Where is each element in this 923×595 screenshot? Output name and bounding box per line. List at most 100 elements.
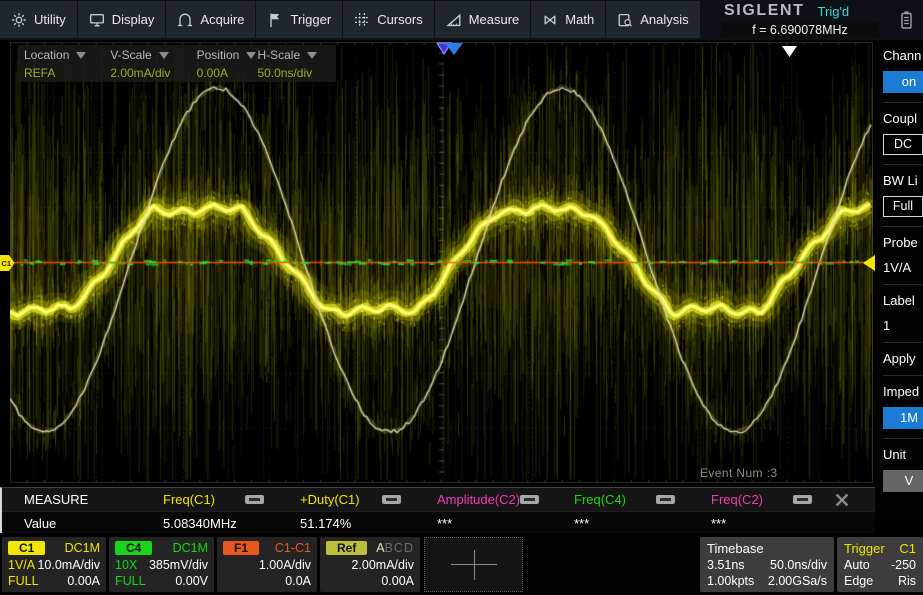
timebase-descriptor[interactable]: Timebase 3.51ns50.0ns/div 1.00kpts2.00GS… xyxy=(700,537,834,592)
svg-text:C1: C1 xyxy=(2,259,12,268)
measure-value: *** xyxy=(711,516,726,531)
timebase-scale: 50.0ns/div xyxy=(770,558,827,572)
top-menu-bar: Utility Display Acquire Trigger Cursors … xyxy=(0,0,923,40)
bandwidth-readout: FULL xyxy=(8,574,39,588)
ref-location-value: REFA xyxy=(24,66,110,80)
dropdown-arrow-icon xyxy=(159,52,169,59)
channel-on-button[interactable]: on xyxy=(883,71,923,93)
channel1-descriptor[interactable]: C1DC1M 1V/A10.0mA/div FULL0.00A xyxy=(2,537,106,592)
channel1-level-marker[interactable]: C1 xyxy=(0,255,15,277)
measure-value: 5.08340MHz xyxy=(163,516,237,531)
trigger-level-marker[interactable] xyxy=(863,255,875,277)
apply-button[interactable]: Apply xyxy=(883,351,923,366)
math-badge: F1 xyxy=(223,541,259,555)
dropdown-arrow-icon xyxy=(246,52,256,59)
trigger-slope: Ris xyxy=(898,574,916,588)
sidebar-section-unit: Unit V xyxy=(883,439,923,501)
trigger-type: Edge xyxy=(844,574,873,588)
measure-label: Freq(C4) xyxy=(574,492,626,507)
ref-vscale-header[interactable]: V-Scale xyxy=(110,48,196,62)
coupling-readout: DC1M xyxy=(173,541,208,555)
menu-display[interactable]: Display xyxy=(78,1,166,38)
close-icon[interactable] xyxy=(827,492,857,508)
measure-label: +Duty(C1) xyxy=(300,492,360,507)
menu-label: Math xyxy=(565,12,594,27)
scale-readout: 2.00mA/div xyxy=(351,558,414,572)
history-icon[interactable] xyxy=(899,10,914,35)
cursors-icon xyxy=(354,12,370,28)
offset-readout: 0.0A xyxy=(285,574,311,588)
bwlimit-button[interactable]: Full xyxy=(883,196,923,217)
trigger-title: Trigger xyxy=(844,541,885,556)
measure-label: Freq(C2) xyxy=(711,492,763,507)
unit-button[interactable]: V xyxy=(883,470,923,492)
channel4-descriptor[interactable]: C4DC1M 10X385mV/div FULL0.00V xyxy=(109,537,214,592)
remove-measure-icon[interactable] xyxy=(656,495,675,504)
delay-marker[interactable] xyxy=(781,45,798,63)
menu-acquire[interactable]: Acquire xyxy=(166,1,255,38)
trigger-descriptor[interactable]: TriggerC1 Auto-250 EdgeRis xyxy=(837,537,923,592)
remove-measure-icon[interactable] xyxy=(382,495,401,504)
trigger-position-marker[interactable] xyxy=(435,42,465,61)
scale-readout: 10.0mA/div xyxy=(37,558,100,572)
status-bar: C1DC1M 1V/A10.0mA/div FULL0.00A C4DC1M 1… xyxy=(0,535,923,595)
measure-value: 51.174% xyxy=(300,516,351,531)
empty-channel-slot[interactable] xyxy=(424,537,523,592)
main-menu: Utility Display Acquire Trigger Cursors … xyxy=(0,0,701,40)
menu-label: Trigger xyxy=(290,12,331,27)
measure-panel: MEASURE Freq(C1) +Duty(C1) Amplitude(C2)… xyxy=(0,487,875,533)
probe-readout: 10X xyxy=(115,558,137,572)
menu-analysis[interactable]: Analysis xyxy=(606,1,699,38)
ref-slot-active: A xyxy=(376,541,384,555)
menu-measure[interactable]: Measure xyxy=(435,1,531,38)
menu-cursors[interactable]: Cursors xyxy=(343,1,434,38)
scale-readout: 1.00A/div xyxy=(259,558,311,572)
scale-readout: 385mV/div xyxy=(149,558,208,572)
event-num-readout: Event Num :3 xyxy=(700,466,778,480)
ref-position-header[interactable]: Position xyxy=(197,48,258,62)
acquire-icon xyxy=(177,12,193,28)
ref-waveform-panel: Location REFA V-Scale 2.00mA/div Positio… xyxy=(18,45,336,82)
probe-value[interactable]: 1V/A xyxy=(883,260,923,275)
menu-label: Cursors xyxy=(377,12,423,27)
impedance-button[interactable]: 1M xyxy=(883,407,923,429)
ref-hscale-header[interactable]: H-Scale xyxy=(257,48,332,62)
measure-label: Amplitude(C2) xyxy=(437,492,520,507)
offset-readout: 0.00V xyxy=(175,574,208,588)
bandwidth-readout: FULL xyxy=(115,574,146,588)
menu-trigger[interactable]: Trigger xyxy=(256,1,342,38)
ref-descriptor[interactable]: RefABCD 2.00mA/div 0.00A xyxy=(320,537,420,592)
brand-area: SIGLENT Trig'd f = 6.690078MHz xyxy=(718,0,883,40)
remove-measure-icon[interactable] xyxy=(793,495,812,504)
flag-icon xyxy=(267,12,283,28)
math-f1-descriptor[interactable]: F1C1-C1 1.00A/div 0.0A xyxy=(217,537,317,592)
dropdown-arrow-icon xyxy=(307,52,317,59)
label-value[interactable]: 1 xyxy=(883,318,923,333)
channel1-badge: C1 xyxy=(8,541,45,555)
coupling-button[interactable]: DC xyxy=(883,134,923,155)
graticule-canvas xyxy=(10,42,873,483)
ref-location-header[interactable]: Location xyxy=(24,48,110,62)
sidebar-section-channel: Chann on xyxy=(883,40,923,103)
trigger-mode: Auto xyxy=(844,558,870,572)
ref-hscale-value: 50.0ns/div xyxy=(257,66,332,80)
menu-label: Measure xyxy=(469,12,520,27)
menu-label: Utility xyxy=(34,12,66,27)
remove-measure-icon[interactable] xyxy=(520,495,539,504)
offset-readout: 0.00A xyxy=(381,574,414,588)
channel-settings-sidebar: Chann on Coupl DC BW Li Full Probe 1V/A … xyxy=(875,40,923,523)
timebase-memory: 1.00kpts xyxy=(707,574,754,588)
analysis-icon xyxy=(617,12,633,28)
measure-label: Freq(C1) xyxy=(163,492,215,507)
sidebar-section-probe: Probe 1V/A xyxy=(883,227,923,285)
sidebar-section-impedance: Imped 1M xyxy=(883,376,923,439)
trigger-status: Trig'd xyxy=(818,4,850,19)
ref-vscale-value: 2.00mA/div xyxy=(110,66,196,80)
measure-value: *** xyxy=(574,516,589,531)
probe-readout: 1V/A xyxy=(8,558,35,572)
menu-math[interactable]: Math xyxy=(531,1,605,38)
remove-measure-icon[interactable] xyxy=(245,495,264,504)
waveform-display: Location REFA V-Scale 2.00mA/div Positio… xyxy=(0,40,875,487)
sidebar-section-apply: Apply xyxy=(883,343,923,376)
menu-utility[interactable]: Utility xyxy=(0,1,77,38)
